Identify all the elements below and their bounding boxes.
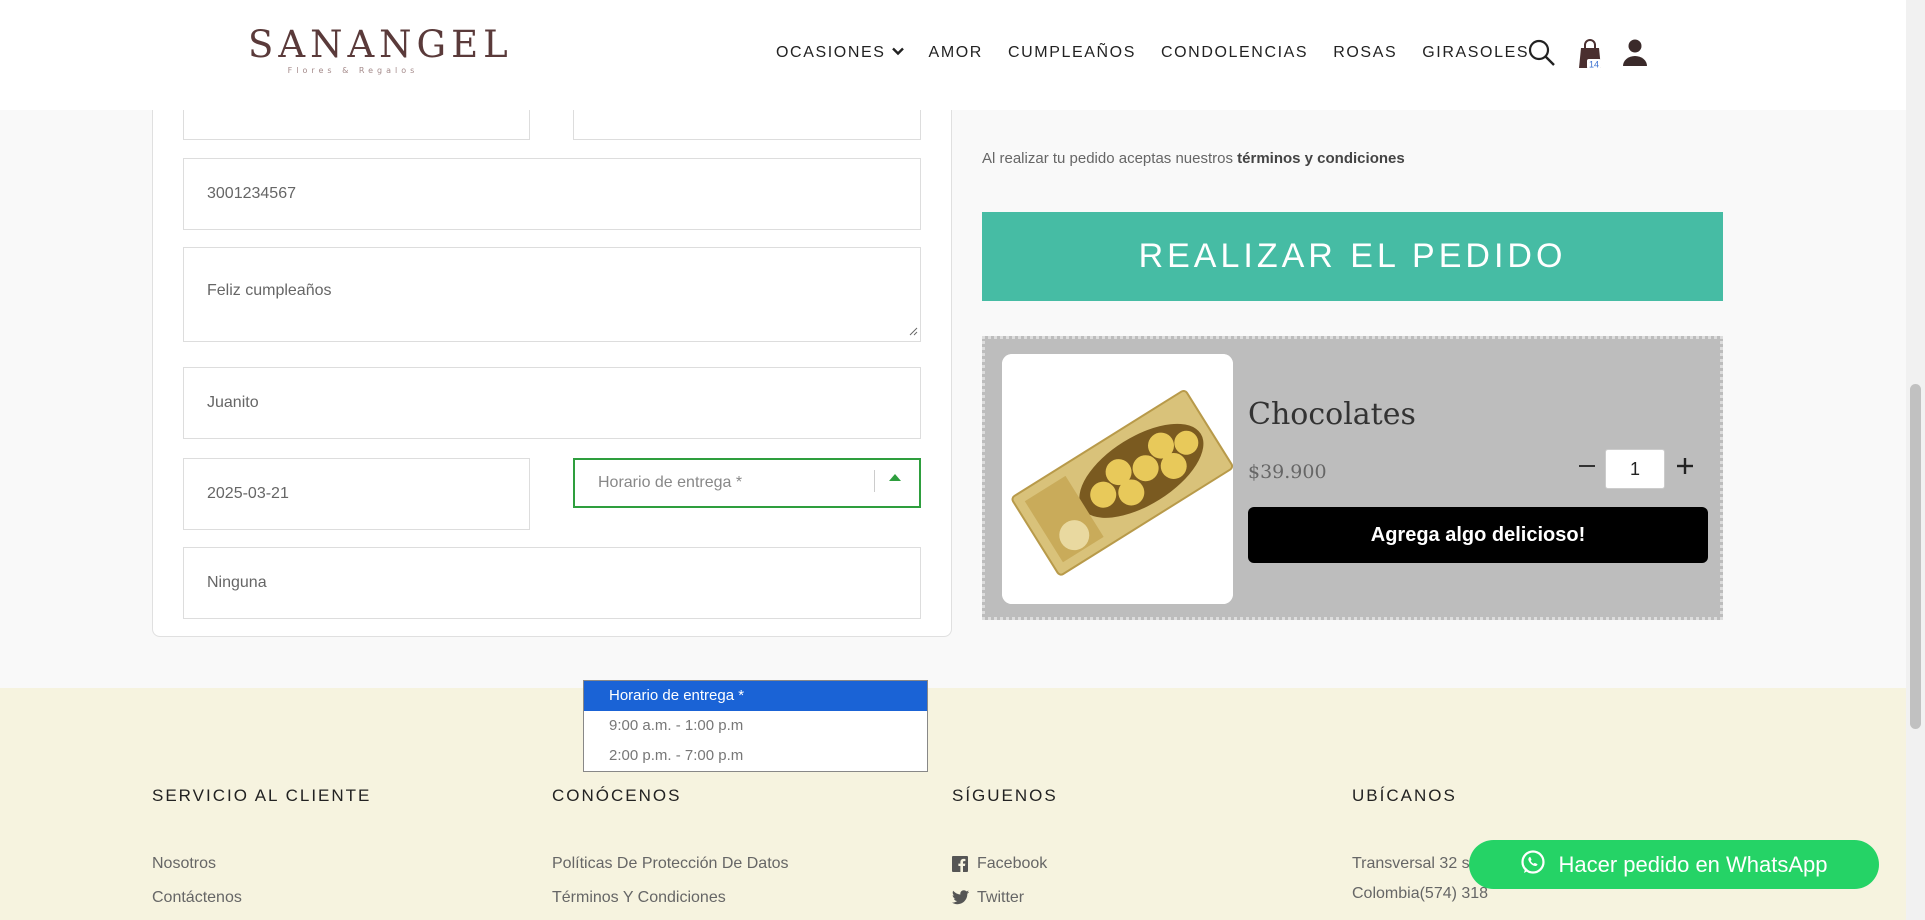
- nav-item-girasoles[interactable]: GIRASOLES: [1422, 44, 1529, 62]
- phone-value: 3001234567: [207, 185, 296, 202]
- dropdown-option-morning[interactable]: 9:00 a.m. - 1:00 p.m: [584, 711, 927, 741]
- chevron-down-icon: [891, 47, 904, 59]
- facebook-label: Facebook: [977, 855, 1048, 872]
- page-scrollbar[interactable]: [1906, 0, 1925, 920]
- delivery-time-dropdown: Horario de entrega * 9:00 a.m. - 1:00 p.…: [583, 680, 928, 772]
- footer-link-terms[interactable]: Términos Y Condiciones: [552, 881, 789, 915]
- product-image[interactable]: [1002, 354, 1233, 604]
- footer-link-facebook[interactable]: Facebook: [952, 847, 1058, 881]
- notes-field[interactable]: Ninguna: [183, 547, 921, 619]
- whatsapp-order-button[interactable]: Hacer pedido en WhatsApp: [1469, 840, 1879, 889]
- quantity-input[interactable]: 1: [1605, 449, 1665, 489]
- place-order-button[interactable]: REALIZAR EL PEDIDO: [982, 212, 1723, 301]
- cart-icon[interactable]: 14: [1576, 38, 1606, 70]
- phone-field[interactable]: 3001234567: [183, 158, 921, 230]
- twitter-label: Twitter: [977, 889, 1025, 906]
- footer-col-about: CONÓCENOS Políticas De Protección De Dat…: [552, 786, 789, 915]
- nav-label: OCASIONES: [776, 44, 886, 61]
- footer-link-twitter[interactable]: Twitter: [952, 881, 1058, 915]
- resize-handle-icon[interactable]: [908, 326, 918, 339]
- footer-link-nosotros[interactable]: Nosotros: [152, 847, 371, 881]
- message-value: Feliz cumpleaños: [207, 282, 332, 299]
- nav-item-rosas[interactable]: ROSAS: [1333, 44, 1397, 62]
- signature-field[interactable]: Juanito: [183, 367, 921, 439]
- footer-heading: UBÍCANOS: [1352, 786, 1457, 805]
- product-name: Chocolates: [1248, 397, 1416, 432]
- message-textarea[interactable]: Feliz cumpleaños: [183, 247, 921, 342]
- nav-item-cumpleanos[interactable]: CUMPLEAÑOS: [1008, 44, 1136, 62]
- logo[interactable]: SANANGEL Flores & Regalos: [248, 23, 513, 76]
- nav-item-ocasiones[interactable]: OCASIONES: [776, 44, 904, 62]
- footer-heading: CONÓCENOS: [552, 786, 682, 805]
- delivery-time-placeholder: Horario de entrega *: [598, 474, 743, 491]
- footer-heading: SÍGUENOS: [952, 786, 1058, 805]
- caret-up-icon[interactable]: [889, 474, 901, 481]
- product-price: $39.900: [1248, 461, 1327, 483]
- dropdown-option-placeholder[interactable]: Horario de entrega *: [584, 681, 927, 711]
- date-value: 2025-03-21: [207, 485, 289, 502]
- main-nav: OCASIONES AMOR CUMPLEAÑOS CONDOLENCIAS R…: [776, 44, 1554, 62]
- logo-tagline: Flores & Regalos: [287, 66, 419, 75]
- signature-value: Juanito: [207, 394, 259, 411]
- select-divider: [874, 470, 875, 492]
- footer-phone-line: Colombia(574) 318: [1352, 885, 1489, 902]
- footer-link-contactenos[interactable]: Contáctenos: [152, 881, 371, 915]
- nav-item-amor[interactable]: AMOR: [929, 44, 983, 62]
- user-icon[interactable]: [1621, 38, 1651, 68]
- footer-col-customer-service: SERVICIO AL CLIENTE Nosotros Contáctenos: [152, 786, 371, 915]
- quantity-increase-button[interactable]: [1670, 449, 1700, 491]
- cart-count: 14: [1589, 60, 1599, 70]
- logo-text: SANANGEL: [248, 23, 513, 66]
- footer-col-location: UBÍCANOS Transversal 32 su Colombia(574)…: [1352, 786, 1488, 911]
- footer-heading: SERVICIO AL CLIENTE: [152, 786, 372, 805]
- footer-address-line: Transversal 32 su: [1352, 855, 1479, 872]
- terms-notice: Al realizar tu pedido aceptas nuestros t…: [982, 150, 1405, 167]
- upsell-card: Chocolates $39.900 1 Agrega algo delicio…: [982, 336, 1723, 620]
- facebook-icon: [952, 856, 968, 872]
- terms-text: Al realizar tu pedido aceptas nuestros: [982, 150, 1238, 167]
- delivery-time-select[interactable]: Horario de entrega *: [573, 458, 921, 508]
- site-header: SANANGEL Flores & Regalos OCASIONES AMOR…: [0, 0, 1906, 110]
- quantity-decrease-button[interactable]: [1573, 451, 1601, 487]
- dropdown-option-afternoon[interactable]: 2:00 p.m. - 7:00 p.m: [584, 741, 927, 771]
- nav-item-condolencias[interactable]: CONDOLENCIAS: [1161, 44, 1308, 62]
- add-to-cart-button[interactable]: Agrega algo delicioso!: [1248, 507, 1708, 563]
- search-icon[interactable]: [1527, 38, 1557, 68]
- whatsapp-icon: [1520, 849, 1546, 881]
- notes-value: Ninguna: [207, 574, 267, 591]
- twitter-icon: [952, 890, 969, 906]
- footer-link-privacy[interactable]: Políticas De Protección De Datos: [552, 847, 789, 881]
- date-field[interactable]: 2025-03-21: [183, 458, 530, 530]
- terms-link[interactable]: términos y condiciones: [1237, 150, 1405, 167]
- scrollbar-thumb[interactable]: [1910, 384, 1921, 729]
- footer-col-social: SÍGUENOS Facebook Twitter: [952, 786, 1058, 915]
- whatsapp-label: Hacer pedido en WhatsApp: [1558, 851, 1828, 877]
